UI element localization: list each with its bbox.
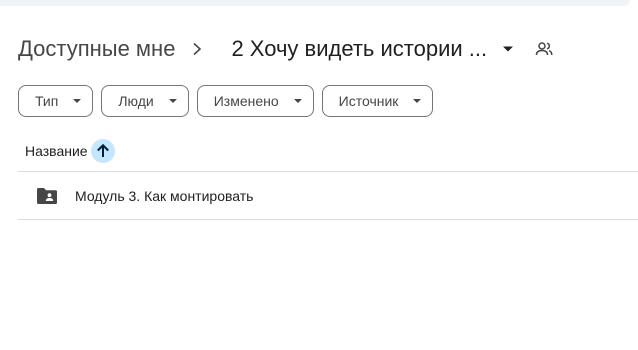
filter-people-chip[interactable]: Люди bbox=[101, 85, 189, 117]
caret-down-icon bbox=[72, 96, 82, 106]
caret-down-icon bbox=[293, 96, 303, 106]
caret-down-icon bbox=[168, 96, 178, 106]
chevron-right-icon bbox=[191, 37, 221, 61]
caret-down-icon[interactable] bbox=[495, 36, 521, 62]
arrow-up-icon bbox=[96, 143, 109, 157]
filter-source-chip[interactable]: Источник bbox=[321, 85, 434, 117]
file-name: Модуль 3. Как монтировать bbox=[75, 188, 254, 204]
filter-type-chip[interactable]: Тип bbox=[18, 85, 94, 117]
table-header: Название bbox=[18, 130, 638, 172]
breadcrumb-current-folder[interactable]: 2 Хочу видеть истории ... bbox=[231, 36, 487, 62]
sort-ascending-button[interactable] bbox=[90, 138, 115, 163]
column-header-name[interactable]: Название bbox=[25, 143, 88, 159]
caret-down-icon bbox=[412, 96, 422, 106]
shared-people-icon[interactable] bbox=[531, 36, 557, 62]
shared-folder-icon bbox=[36, 185, 58, 207]
chip-label: Изменено bbox=[213, 93, 279, 109]
chip-label: Источник bbox=[338, 93, 399, 109]
chip-label: Люди bbox=[118, 93, 154, 109]
breadcrumb-parent[interactable]: Доступные мне bbox=[18, 34, 175, 64]
table-row[interactable]: Модуль 3. Как монтировать bbox=[18, 173, 638, 220]
filter-chips: Тип Люди Изменено Источник bbox=[18, 85, 434, 117]
chip-label: Тип bbox=[35, 93, 59, 109]
breadcrumb: Доступные мне 2 Хочу видеть истории ... bbox=[18, 32, 557, 66]
filter-modified-chip[interactable]: Изменено bbox=[196, 85, 314, 117]
top-bar-strip bbox=[0, 0, 630, 6]
